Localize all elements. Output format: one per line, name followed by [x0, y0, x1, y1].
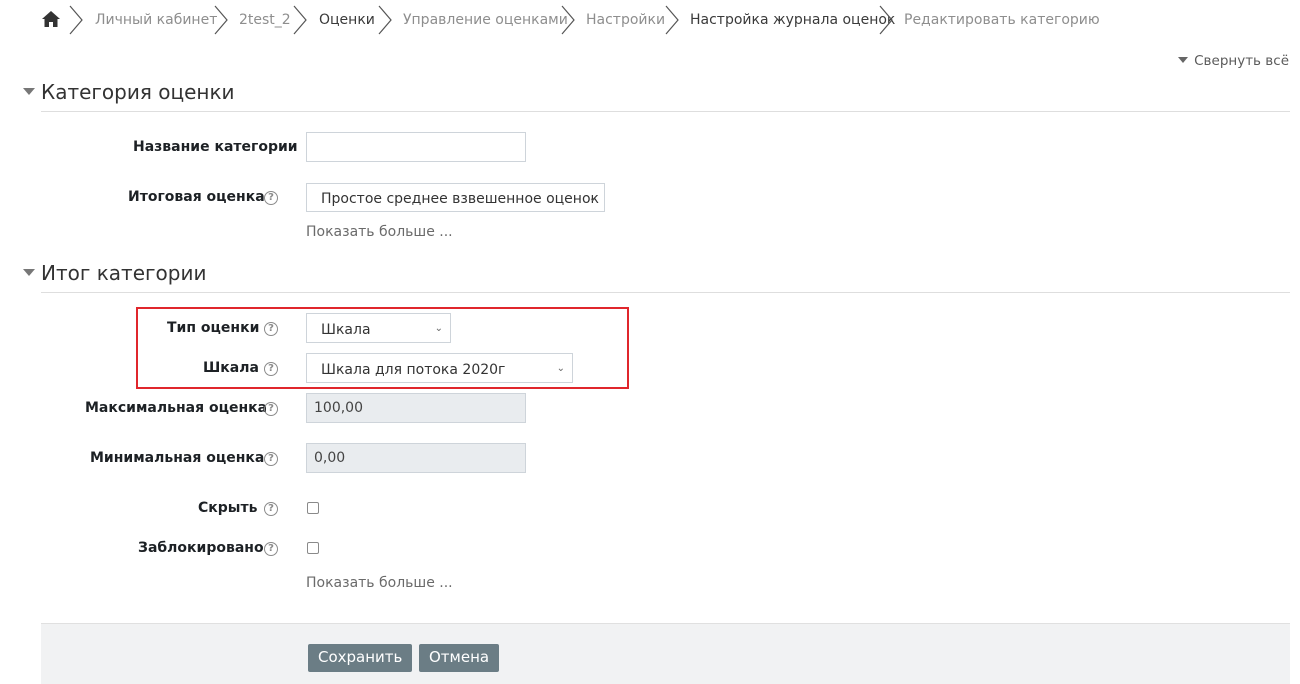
category-name-input[interactable] [306, 132, 526, 162]
category-name-label: Название категории [133, 139, 298, 155]
min-grade-input [306, 443, 526, 473]
breadcrumb-gradebook-setup[interactable]: Настройка журнала оценок [690, 11, 895, 29]
chevron-down-icon: ⌄ [434, 323, 443, 334]
grade-type-select[interactable]: Шкала ⌄ [306, 313, 451, 343]
help-icon[interactable]: ? [264, 191, 278, 205]
chevron-right-icon [561, 5, 575, 35]
collapse-all-label: Свернуть всё [1194, 53, 1289, 69]
breadcrumb-dashboard[interactable]: Личный кабинет [95, 11, 217, 29]
section-divider [41, 111, 1290, 112]
section-title-grade-category[interactable]: Категория оценки [41, 80, 235, 104]
hidden-checkbox[interactable] [307, 502, 319, 514]
min-grade-label: Минимальная оценка [90, 450, 265, 466]
chevron-down-icon: ⌄ [588, 193, 597, 204]
form-footer: Сохранить Отмена [41, 623, 1290, 684]
chevron-down-icon: ⌄ [556, 363, 565, 374]
locked-checkbox[interactable] [307, 542, 319, 554]
breadcrumb-edit-category: Редактировать категорию [904, 12, 1100, 28]
chevron-right-icon [879, 5, 893, 35]
help-icon[interactable]: ? [264, 402, 278, 416]
show-more-link[interactable]: Показать больше ... [306, 224, 453, 240]
chevron-right-icon [378, 5, 392, 35]
aggregation-select-value: Простое среднее взвешенное оценок [321, 191, 599, 207]
aggregation-label: Итоговая оценка [128, 189, 265, 205]
home-icon[interactable] [41, 10, 61, 28]
section-divider [41, 292, 1290, 293]
chevron-right-icon [293, 5, 307, 35]
locked-label: Заблокировано [138, 540, 264, 556]
cancel-button[interactable]: Отмена [419, 644, 500, 672]
help-icon[interactable]: ? [264, 452, 278, 466]
scale-select-value: Шкала для потока 2020г [321, 362, 506, 378]
caret-down-icon [1178, 57, 1189, 63]
show-more-link[interactable]: Показать больше ... [306, 575, 453, 591]
section-toggle-icon[interactable] [23, 88, 35, 95]
section-toggle-icon[interactable] [23, 269, 35, 276]
scale-select[interactable]: Шкала для потока 2020г ⌄ [306, 353, 573, 383]
help-icon[interactable]: ? [264, 502, 278, 516]
grade-type-select-value: Шкала [321, 322, 371, 338]
breadcrumb-settings[interactable]: Настройки [586, 11, 665, 29]
breadcrumb-grade-admin[interactable]: Управление оценками [403, 11, 568, 29]
collapse-all-link[interactable]: Свернуть всё [1178, 53, 1289, 69]
aggregation-select[interactable]: Простое среднее взвешенное оценок ⌄ [306, 183, 605, 212]
grade-type-label: Тип оценки [167, 320, 260, 336]
help-icon[interactable]: ? [264, 322, 278, 336]
breadcrumb-grades[interactable]: Оценки [319, 11, 375, 29]
hidden-label: Скрыть [198, 500, 258, 516]
max-grade-label: Максимальная оценка [85, 400, 268, 416]
save-button[interactable]: Сохранить [308, 644, 413, 672]
help-icon[interactable]: ? [264, 542, 278, 556]
chevron-right-icon [214, 5, 228, 35]
chevron-right-icon [665, 5, 679, 35]
help-icon[interactable]: ? [264, 362, 278, 376]
scale-label: Шкала [203, 360, 259, 376]
chevron-right-icon [69, 5, 83, 35]
section-title-category-total[interactable]: Итог категории [41, 261, 206, 285]
breadcrumb-course[interactable]: 2test_2 [239, 11, 291, 29]
max-grade-input [306, 393, 526, 423]
